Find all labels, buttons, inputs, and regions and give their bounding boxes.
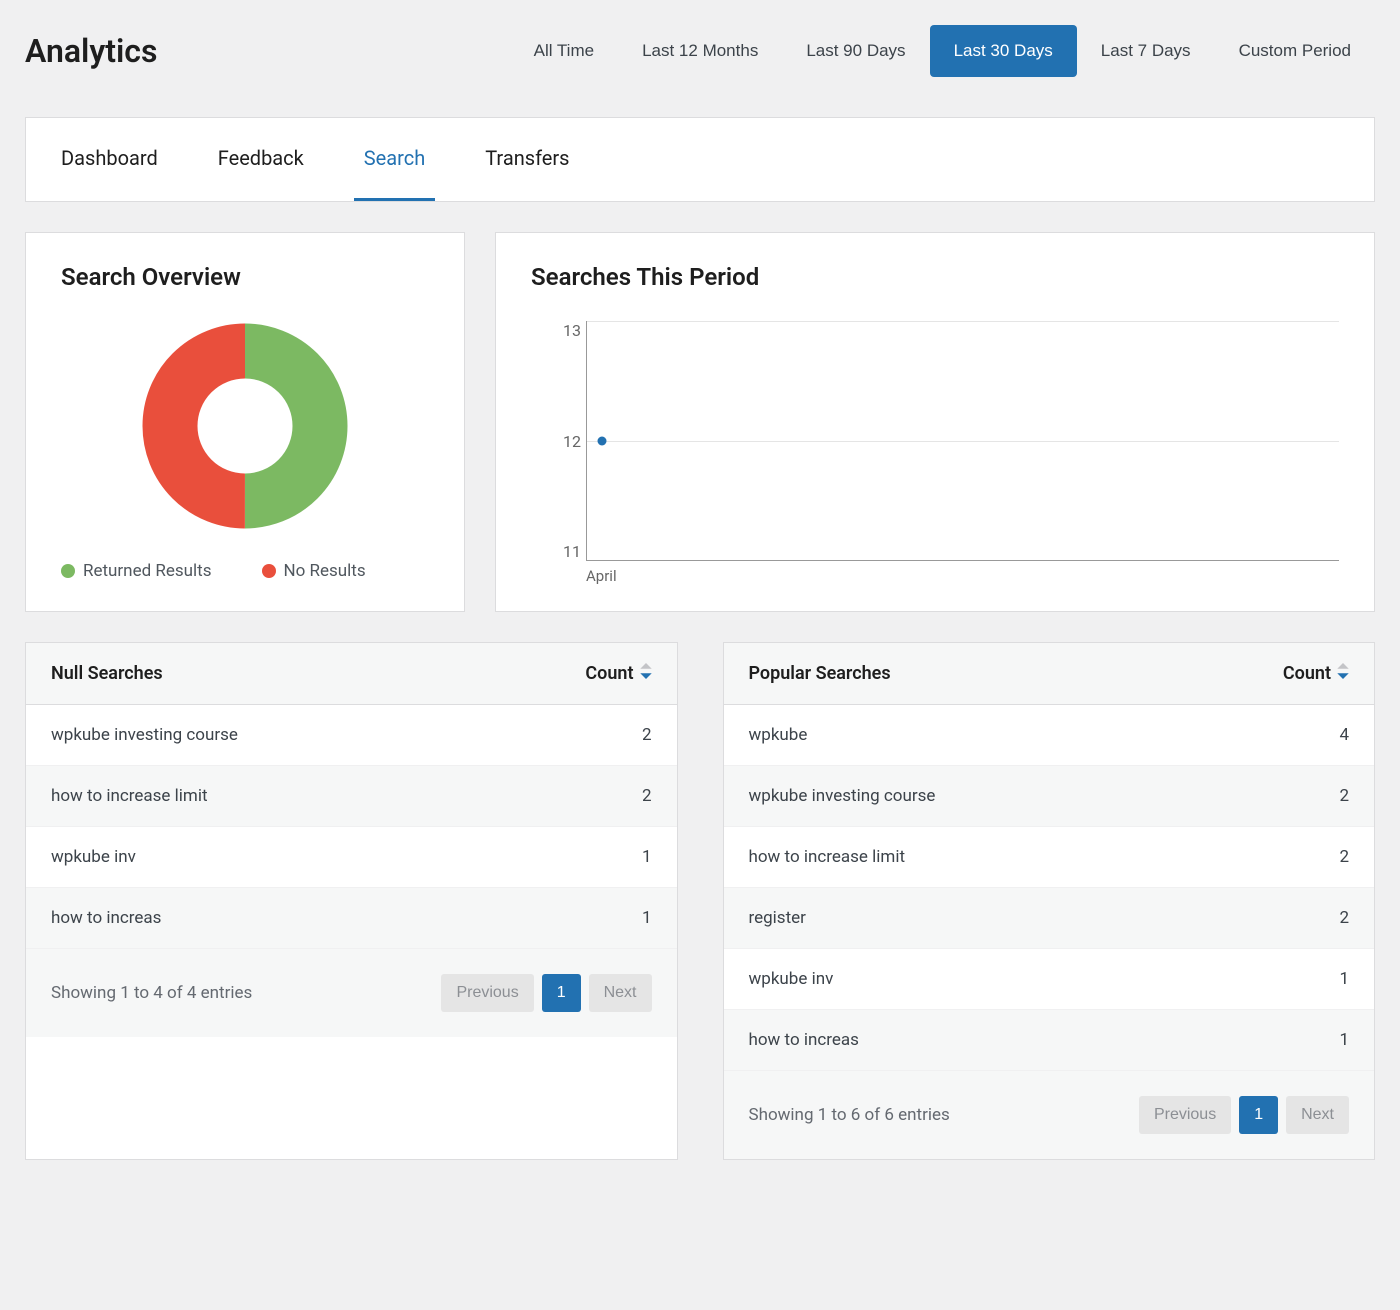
legend-label: Returned Results bbox=[83, 561, 212, 581]
period-last-7-days[interactable]: Last 7 Days bbox=[1077, 25, 1215, 77]
previous-button[interactable]: Previous bbox=[441, 974, 533, 1012]
search-count: 1 bbox=[1339, 969, 1349, 989]
legend-item: Returned Results bbox=[61, 561, 212, 581]
sort-icon bbox=[640, 663, 652, 684]
next-button[interactable]: Next bbox=[589, 974, 652, 1012]
pager: Previous 1 Next bbox=[441, 974, 651, 1012]
search-overview-card: Search Overview Returned Results No Resul… bbox=[25, 232, 465, 612]
next-button[interactable]: Next bbox=[1286, 1096, 1349, 1134]
entries-text: Showing 1 to 4 of 4 entries bbox=[51, 983, 252, 1003]
table-row: register 2 bbox=[724, 888, 1375, 949]
pager: Previous 1 Next bbox=[1139, 1096, 1349, 1134]
table-row: wpkube 4 bbox=[724, 705, 1375, 766]
page-1-button[interactable]: 1 bbox=[1239, 1096, 1278, 1134]
content-tabs: Dashboard Feedback Search Transfers bbox=[25, 117, 1375, 202]
count-header[interactable]: Count bbox=[585, 663, 651, 684]
search-term: how to increase limit bbox=[749, 847, 906, 867]
tab-dashboard[interactable]: Dashboard bbox=[51, 118, 168, 201]
x-label: April bbox=[586, 567, 617, 585]
search-term: wpkube inv bbox=[51, 847, 136, 867]
search-term: how to increas bbox=[51, 908, 161, 928]
search-count: 2 bbox=[1339, 786, 1349, 806]
table-row: wpkube inv 1 bbox=[26, 827, 677, 888]
table-row: wpkube investing course 2 bbox=[724, 766, 1375, 827]
legend-dot bbox=[61, 564, 75, 578]
donut-legend: Returned Results No Results bbox=[61, 561, 429, 581]
search-count: 1 bbox=[642, 847, 652, 867]
line-chart: 13 12 11 April bbox=[541, 321, 1339, 581]
search-count: 2 bbox=[1339, 908, 1349, 928]
page-title: Analytics bbox=[25, 32, 157, 70]
count-header[interactable]: Count bbox=[1283, 663, 1349, 684]
search-count: 2 bbox=[1339, 847, 1349, 867]
y-tick: 11 bbox=[541, 542, 581, 561]
period-last-30-days[interactable]: Last 30 Days bbox=[930, 25, 1077, 77]
table-row: wpkube inv 1 bbox=[724, 949, 1375, 1010]
legend-item: No Results bbox=[262, 561, 366, 581]
search-term: register bbox=[749, 908, 806, 928]
search-count: 2 bbox=[642, 786, 652, 806]
period-all-time[interactable]: All Time bbox=[510, 25, 618, 77]
period-nav: All TimeLast 12 MonthsLast 90 DaysLast 3… bbox=[510, 25, 1375, 77]
tab-transfers[interactable]: Transfers bbox=[475, 118, 579, 201]
table-row: how to increas 1 bbox=[26, 888, 677, 949]
count-label: Count bbox=[1283, 663, 1331, 684]
count-label: Count bbox=[585, 663, 633, 684]
entries-text: Showing 1 to 6 of 6 entries bbox=[749, 1105, 950, 1125]
donut-chart bbox=[61, 321, 429, 531]
table-row: how to increas 1 bbox=[724, 1010, 1375, 1071]
period-custom-period[interactable]: Custom Period bbox=[1215, 25, 1375, 77]
search-overview-title: Search Overview bbox=[61, 263, 429, 291]
search-term: wpkube investing course bbox=[749, 786, 936, 806]
page-1-button[interactable]: 1 bbox=[542, 974, 581, 1012]
table-row: wpkube investing course 2 bbox=[26, 705, 677, 766]
search-term: wpkube investing course bbox=[51, 725, 238, 745]
sort-icon bbox=[1337, 663, 1349, 684]
searches-period-card: Searches This Period 13 12 11 April bbox=[495, 232, 1375, 612]
search-term: wpkube inv bbox=[749, 969, 834, 989]
previous-button[interactable]: Previous bbox=[1139, 1096, 1231, 1134]
search-count: 4 bbox=[1339, 725, 1349, 745]
search-count: 2 bbox=[642, 725, 652, 745]
search-count: 1 bbox=[1339, 1030, 1349, 1050]
legend-label: No Results bbox=[284, 561, 366, 581]
data-point bbox=[598, 436, 607, 445]
period-last-90-days[interactable]: Last 90 Days bbox=[782, 25, 929, 77]
tab-feedback[interactable]: Feedback bbox=[208, 118, 314, 201]
legend-dot bbox=[262, 564, 276, 578]
search-term: how to increas bbox=[749, 1030, 859, 1050]
period-last-12-months[interactable]: Last 12 Months bbox=[618, 25, 782, 77]
search-term: how to increase limit bbox=[51, 786, 208, 806]
search-count: 1 bbox=[642, 908, 652, 928]
y-tick: 12 bbox=[541, 432, 581, 451]
null-searches-table: Null Searches Count wpkube investing cou… bbox=[25, 642, 678, 1160]
y-tick: 13 bbox=[541, 321, 581, 340]
searches-period-title: Searches This Period bbox=[531, 263, 1339, 291]
tab-search[interactable]: Search bbox=[354, 118, 435, 201]
table-row: how to increase limit 2 bbox=[724, 827, 1375, 888]
table-row: how to increase limit 2 bbox=[26, 766, 677, 827]
popular-searches-title: Popular Searches bbox=[749, 663, 891, 684]
null-searches-title: Null Searches bbox=[51, 663, 163, 684]
search-term: wpkube bbox=[749, 725, 808, 745]
popular-searches-table: Popular Searches Count wpkube 4 wpkube inv… bbox=[723, 642, 1376, 1160]
